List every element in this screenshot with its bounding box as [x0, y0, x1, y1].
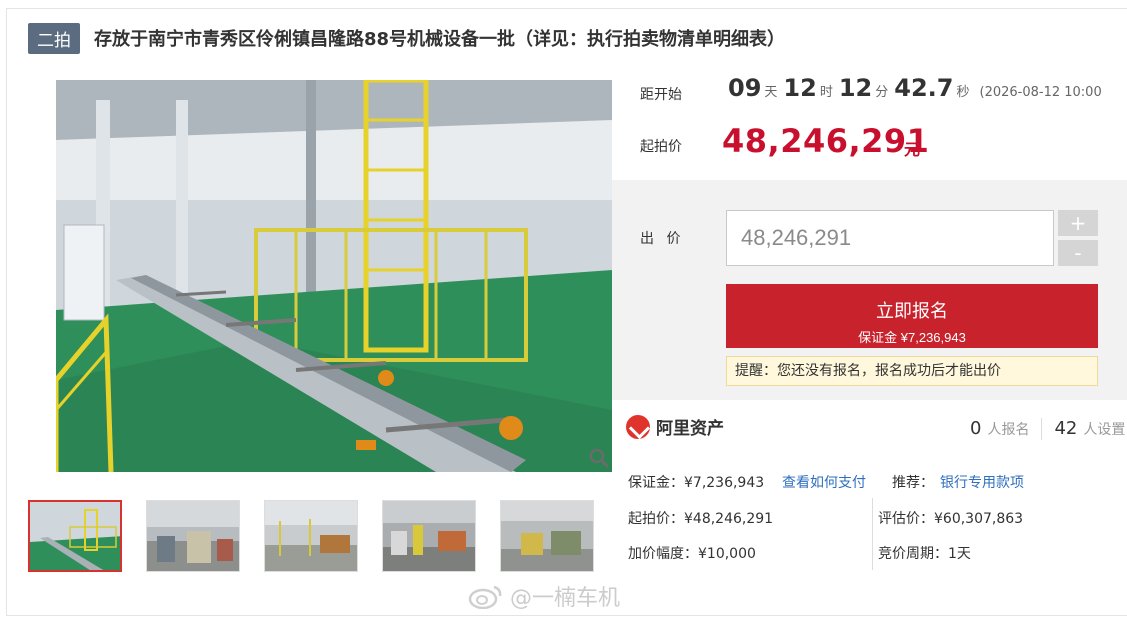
- platform-name: 阿里资产: [656, 419, 724, 439]
- signup-reminder: 提醒：您还没有报名，报名成功后才能出价: [726, 356, 1098, 386]
- round-badge: 二拍: [28, 22, 80, 54]
- stat-divider: [1041, 418, 1043, 440]
- signup-count: 0: [970, 418, 982, 439]
- thumbnail-5[interactable]: [500, 500, 594, 572]
- reminder-count: 42: [1054, 418, 1078, 439]
- thumbnail-1[interactable]: [28, 500, 122, 572]
- start-price-detail: 起拍价：¥48,246,291: [628, 511, 774, 527]
- bid-panel: 出 价 + - 立即报名 保证金 ¥7,236,943 提醒：您还没有报名，报名…: [612, 180, 1127, 400]
- countdown-days: 09: [728, 74, 762, 102]
- how-to-pay-link[interactable]: 查看如何支付: [782, 472, 866, 492]
- main-photo[interactable]: [56, 80, 612, 472]
- countdown-minutes: 12: [838, 74, 873, 102]
- cycle-detail: 竞价周期：1天: [878, 546, 971, 562]
- countdown-hours-unit: 时: [819, 85, 833, 100]
- ali-logo-icon: [626, 414, 650, 439]
- signup-count-unit: 人报名: [987, 422, 1030, 438]
- countdown-panel: 距开始 09 天 12 时 12 分 42.7 秒 (2026-08-12 10…: [612, 62, 1127, 180]
- thumbnail-2[interactable]: [146, 500, 240, 572]
- countdown-days-unit: 天: [764, 85, 778, 100]
- countdown-timer: 09 天 12 时 12 分 42.7 秒 (2026-08-12 10:00: [728, 74, 1102, 102]
- bid-label: 出 价: [640, 231, 685, 247]
- countdown-minutes-unit: 分: [875, 85, 889, 100]
- platform-row: 阿里资产 0 人报名 42 人设置: [612, 400, 1127, 456]
- reminder-count-unit: 人设置: [1083, 422, 1126, 438]
- title-row: 二拍 存放于南宁市青秀区伶俐镇昌隆路88号机械设备一批（详见：执行拍卖物清单明细…: [28, 22, 785, 54]
- bid-stepper: + -: [1058, 210, 1098, 266]
- weibo-icon: [468, 585, 502, 609]
- thumbnail-4[interactable]: [382, 500, 476, 572]
- deposit-detail: 保证金：¥7,236,943: [628, 475, 765, 491]
- watermark-text: @一楠车机: [510, 586, 621, 611]
- start-datetime: (2026-08-12 10:00: [979, 85, 1102, 100]
- factory-photo-illustration: [56, 80, 612, 472]
- countdown-hours: 12: [783, 74, 817, 102]
- page-title: 存放于南宁市青秀区伶俐镇昌隆路88号机械设备一批（详见：执行拍卖物清单明细表）: [94, 29, 786, 50]
- increment-detail: 加价幅度：¥10,000: [628, 546, 756, 562]
- thumbnail-3[interactable]: [264, 500, 358, 572]
- starting-price-label: 起拍价: [640, 139, 682, 155]
- thumbnail-strip: [28, 500, 594, 572]
- countdown-label: 距开始: [640, 87, 682, 103]
- signup-deposit-label: 保证金 ¥7,236,943: [858, 329, 966, 345]
- starting-price-value: 48,246,291: [722, 122, 930, 160]
- auction-details: 保证金：¥7,236,943 查看如何支付 推荐： 银行专用款项 起拍价：¥48…: [612, 458, 1127, 578]
- recommend-link[interactable]: 银行专用款项: [940, 472, 1024, 492]
- watermark: @一楠车机: [468, 580, 620, 612]
- detail-divider: [872, 498, 873, 570]
- recommend-label: 推荐：: [892, 475, 934, 491]
- appraisal-detail: 评估价：¥60,307,863: [878, 511, 1024, 527]
- starting-price-unit: 元: [904, 140, 921, 159]
- zoom-icon[interactable]: [585, 444, 613, 472]
- signup-button-label: 立即报名: [876, 300, 948, 321]
- increase-button[interactable]: +: [1058, 210, 1098, 236]
- decrease-button[interactable]: -: [1058, 240, 1098, 266]
- auction-stats: 0 人报名 42 人设置: [970, 418, 1125, 440]
- platform-logo[interactable]: 阿里资产: [626, 414, 724, 439]
- signup-button[interactable]: 立即报名 保证金 ¥7,236,943: [726, 284, 1098, 348]
- countdown-seconds-unit: 秒: [956, 85, 970, 100]
- bid-input[interactable]: [726, 210, 1054, 266]
- countdown-seconds: 42.7: [894, 74, 954, 102]
